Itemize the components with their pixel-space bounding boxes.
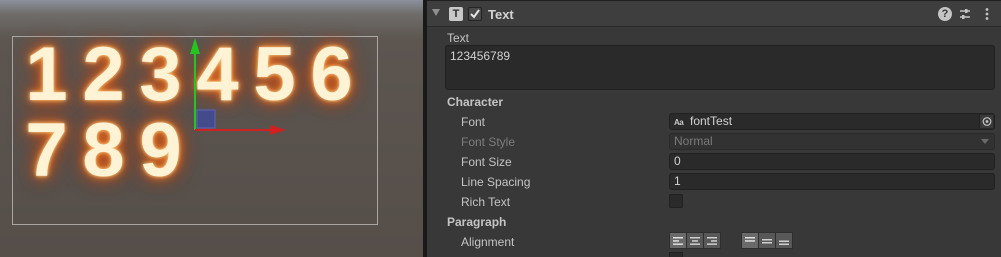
vertical-alignment-group — [741, 232, 793, 249]
xy-plane-handle[interactable] — [196, 109, 216, 129]
text-glyphs-row-2: 7 8 9 — [18, 113, 189, 189]
align-left-icon — [673, 236, 683, 245]
rich-text-label: Rich Text — [461, 195, 511, 209]
font-style-dropdown: Normal — [669, 133, 995, 150]
help-icon[interactable]: ? — [938, 7, 952, 21]
align-bottom-icon — [779, 240, 789, 245]
align-center-icon — [690, 236, 700, 245]
horizontal-alignment-group — [669, 232, 721, 249]
font-value: fontTest — [690, 114, 733, 128]
font-style-label: Font Style — [461, 135, 516, 149]
move-tool-gizmo[interactable] — [180, 36, 300, 146]
inspector-panel: T Text ? Text 123456789 Character Font A… — [427, 0, 1001, 257]
font-object-field[interactable]: Aa fontTest — [669, 113, 995, 130]
font-size-label: Font Size — [461, 155, 512, 169]
component-title: Text — [488, 7, 514, 22]
component-header[interactable]: T Text ? — [427, 0, 1001, 27]
align-middle-icon — [762, 238, 772, 243]
line-spacing-label: Line Spacing — [461, 175, 531, 189]
dropdown-arrow-icon — [981, 139, 989, 144]
glyph-6: 6 — [310, 32, 353, 117]
align-top-icon — [745, 236, 755, 242]
kebab-menu-icon[interactable] — [980, 7, 994, 21]
glyph-7: 7 — [25, 108, 68, 193]
paragraph-section-header: Paragraph — [447, 215, 507, 229]
character-section-header: Character — [447, 95, 504, 109]
align-top-button[interactable] — [741, 232, 759, 249]
object-picker-icon[interactable] — [979, 115, 993, 128]
glyph-8: 8 — [82, 108, 125, 193]
font-asset-icon: Aa — [674, 118, 684, 127]
line-spacing-field[interactable]: 1 — [669, 173, 995, 190]
font-label: Font — [461, 115, 486, 129]
foldout-arrow-icon[interactable] — [432, 9, 440, 16]
align-center-button[interactable] — [686, 232, 704, 249]
font-size-field[interactable]: 0 — [669, 153, 995, 170]
glyph-2: 2 — [82, 32, 125, 117]
checkmark-icon — [470, 9, 480, 19]
text-input-area[interactable]: 123456789 — [445, 45, 995, 90]
text-component-icon: T — [449, 7, 463, 21]
next-field-checkbox[interactable] — [669, 252, 683, 257]
align-middle-button[interactable] — [758, 232, 776, 249]
rich-text-checkbox[interactable] — [669, 194, 683, 208]
text-label: Text — [447, 31, 470, 45]
component-enabled-checkbox[interactable] — [468, 7, 482, 21]
font-style-value: Normal — [674, 134, 713, 148]
align-right-button[interactable] — [703, 232, 721, 249]
align-bottom-button[interactable] — [775, 232, 793, 249]
align-left-button[interactable] — [669, 232, 687, 249]
scene-view[interactable]: 1 2 3 4 5 6 7 8 9 — [0, 0, 423, 257]
align-right-icon — [707, 236, 717, 245]
alignment-label: Alignment — [461, 235, 515, 249]
glyph-1: 1 — [25, 32, 68, 117]
presets-icon[interactable] — [958, 7, 972, 21]
